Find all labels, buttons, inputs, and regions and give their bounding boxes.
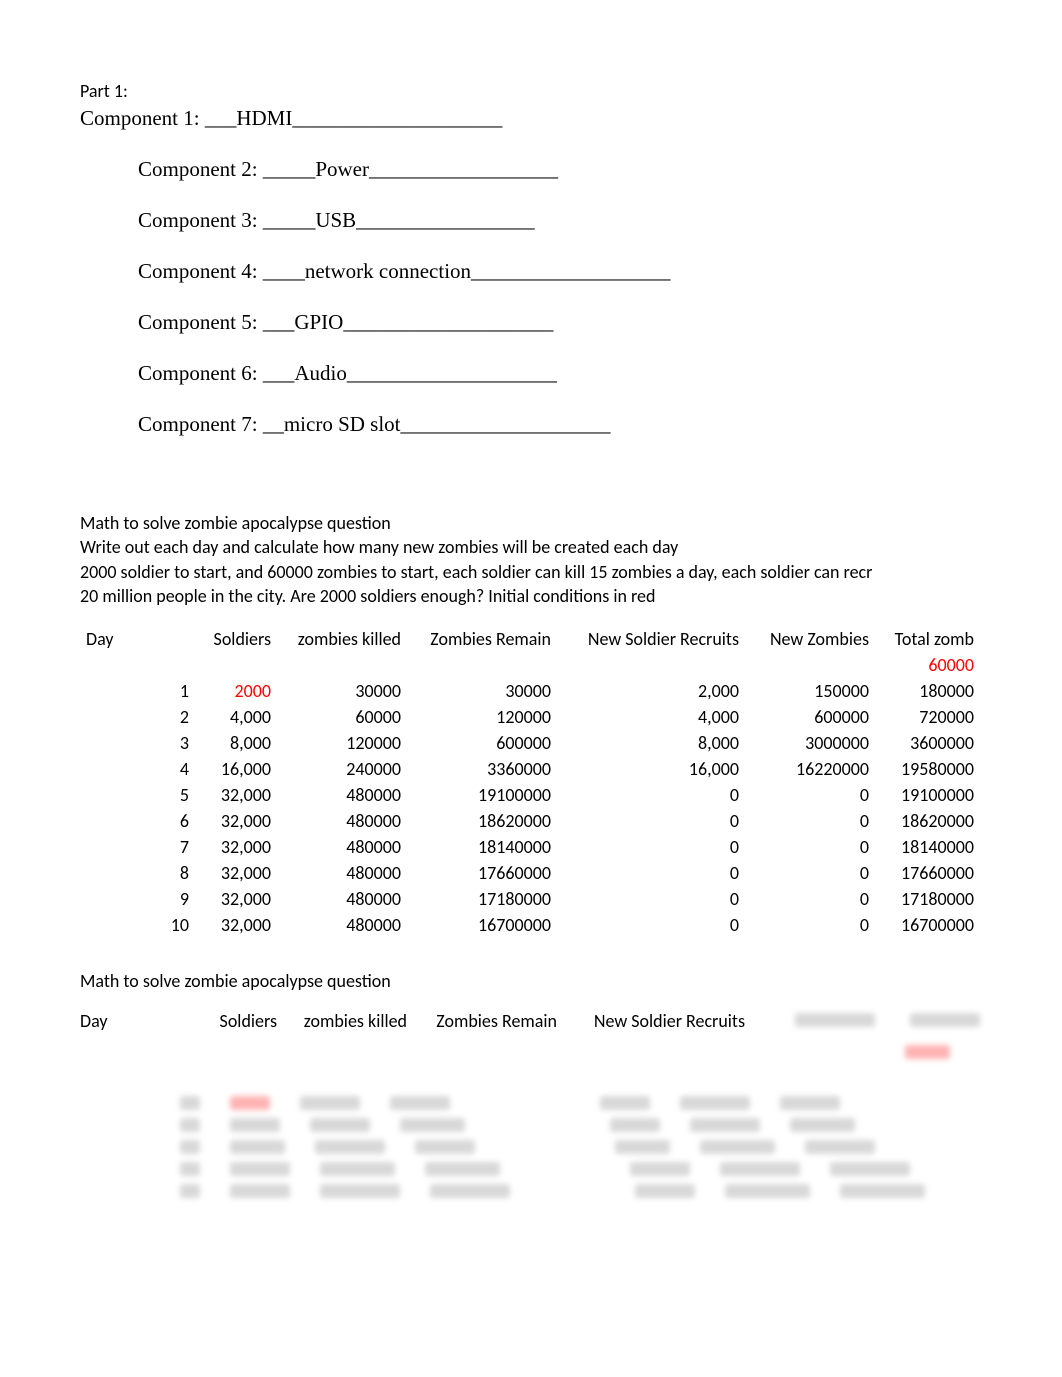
table-row: 632,000480000186200000018620000 — [80, 808, 980, 834]
table2-header: Day Soldiers zombies killed Zombies Rema… — [80, 1010, 1062, 1032]
component-line: Component 5: ___GPIO____________________ — [138, 310, 1062, 335]
table-row: 732,000480000181400000018140000 — [80, 834, 980, 860]
math-line2: 2000 soldier to start, and 60000 zombies… — [80, 560, 1060, 584]
table-row: 1032,000480000167000000016700000 — [80, 912, 980, 938]
hdr2-recruits: New Soldier Recruits — [557, 1010, 745, 1032]
math-line1: Write out each day and calculate how man… — [80, 535, 1060, 559]
hdr-remain: Zombies Remain — [407, 626, 557, 652]
hdr2-soldiers: Soldiers — [195, 1010, 277, 1032]
hdr-recruits: New Soldier Recruits — [557, 626, 745, 652]
initial-row: 60000 — [80, 652, 980, 678]
blurred-initial-row — [80, 1042, 1062, 1064]
table-row: 532,000480000191000000019100000 — [80, 782, 980, 808]
hdr2-day: Day — [80, 1010, 135, 1032]
hdr-killed: zombies killed — [277, 626, 407, 652]
table-header-row: Day Soldiers zombies killed Zombies Rema… — [80, 626, 980, 652]
math-title: Math to solve zombie apocalypse question — [80, 511, 1060, 535]
table-row: 38,0001200006000008,00030000003600000 — [80, 730, 980, 756]
components-list: Component 1: ___HDMI____________________… — [80, 106, 1062, 437]
math-instructions: Math to solve zombie apocalypse question… — [80, 511, 1060, 608]
table-row: 416,000240000336000016,00016220000195800… — [80, 756, 980, 782]
blurred-table-rows — [80, 1092, 1062, 1202]
part1-label: Part 1: — [80, 80, 1062, 102]
component-line: Component 7: __micro SD slot____________… — [138, 412, 1062, 437]
table-row: 1200030000300002,000150000180000 — [80, 678, 980, 704]
table-row: 832,000480000176600000017660000 — [80, 860, 980, 886]
hdr-soldiers: Soldiers — [195, 626, 277, 652]
zombie-table: Day Soldiers zombies killed Zombies Rema… — [80, 626, 980, 938]
math-line3: 20 million people in the city. Are 2000 … — [80, 584, 1060, 608]
component-line: Component 6: ___Audio___________________… — [138, 361, 1062, 386]
component-line: Component 2: _____Power_________________… — [138, 157, 1062, 182]
hdr-total: Total zomb — [875, 626, 980, 652]
hdr2-killed: zombies killed — [277, 1010, 407, 1032]
table-row: 932,000480000171800000017180000 — [80, 886, 980, 912]
component-line: Component 4: ____network connection_____… — [138, 259, 1062, 284]
component-line: Component 1: ___HDMI____________________ — [80, 106, 1062, 131]
math-title-2: Math to solve zombie apocalypse question — [80, 970, 1062, 992]
initial-total: 60000 — [875, 652, 980, 678]
table-row: 24,000600001200004,000600000720000 — [80, 704, 980, 730]
hdr2-remain: Zombies Remain — [407, 1010, 557, 1032]
hdr-newz: New Zombies — [745, 626, 875, 652]
component-line: Component 3: _____USB_________________ — [138, 208, 1062, 233]
hdr-day: Day — [80, 626, 135, 652]
